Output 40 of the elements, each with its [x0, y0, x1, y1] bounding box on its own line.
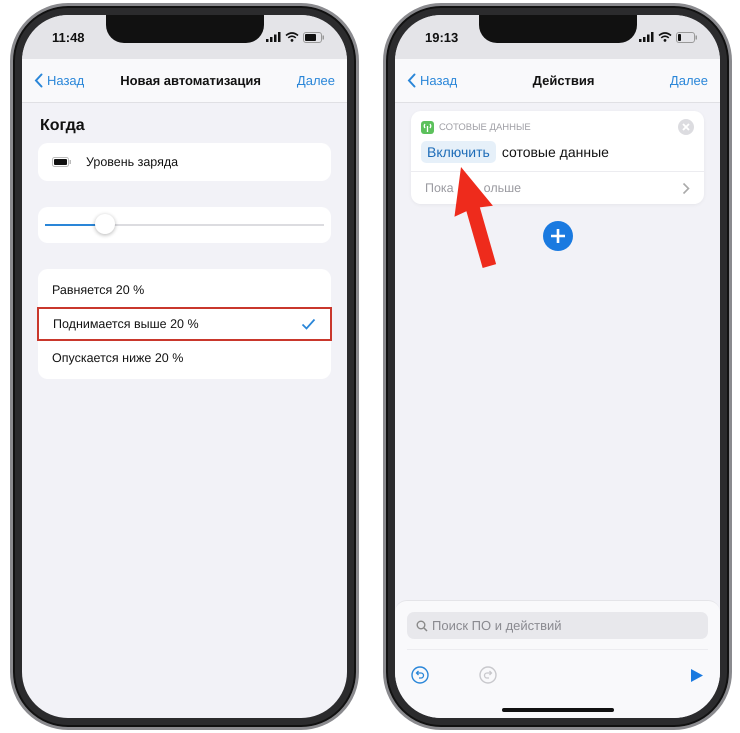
- search-icon: [416, 620, 428, 632]
- back-button[interactable]: Назад: [34, 73, 84, 88]
- add-button[interactable]: [542, 221, 572, 251]
- option-row[interactable]: Поднимается выше 20 %: [37, 307, 332, 341]
- status-time: 19:13: [425, 30, 458, 44]
- status-time: 11:48: [52, 30, 85, 44]
- signal-icon: [639, 32, 654, 42]
- wifi-icon: [285, 32, 299, 42]
- battery-icon: [676, 32, 698, 42]
- battery-icon: [303, 32, 325, 42]
- next-button[interactable]: Далее: [296, 73, 335, 88]
- slider-thumb[interactable]: [95, 214, 116, 234]
- screen-title: Действия: [532, 73, 596, 88]
- back-button[interactable]: Назад: [407, 73, 458, 88]
- wifi-icon: [658, 32, 672, 42]
- option-label: Поднимается выше 20 %: [53, 317, 199, 331]
- option-row[interactable]: Опускается ниже 20 %: [38, 341, 331, 375]
- option-label: Опускается ниже 20 %: [52, 351, 184, 365]
- undo-icon[interactable]: [411, 666, 429, 684]
- signal-icon: [266, 32, 281, 42]
- option-row[interactable]: Равняется 20 %: [38, 273, 331, 307]
- action-text: сотовые данные: [502, 144, 609, 160]
- option-label: Равняется 20 %: [52, 283, 144, 297]
- show-more-text: ольше: [484, 181, 522, 195]
- screen-title: Новая автоматизация: [119, 73, 262, 88]
- play-icon[interactable]: [690, 668, 704, 682]
- next-button[interactable]: Далее: [670, 73, 708, 88]
- battery-icon: [52, 157, 72, 167]
- chevron-right-icon: [682, 182, 690, 194]
- back-chevron-icon: [407, 73, 416, 88]
- checkmark-icon: [301, 318, 316, 330]
- parameter-button[interactable]: Включить: [421, 141, 496, 163]
- show-more-text: Пока: [425, 181, 454, 195]
- trigger-label: Уровень заряда: [86, 155, 178, 169]
- search-field[interactable]: Поиск ПО и действий: [407, 612, 708, 639]
- antenna-icon: [421, 120, 434, 134]
- section-title: Когда: [40, 117, 86, 135]
- action-category: СОТОВЫЕ ДАННЫЕ: [439, 122, 531, 132]
- trigger-card[interactable]: Уровень заряда: [38, 143, 331, 181]
- back-chevron-icon: [34, 73, 43, 88]
